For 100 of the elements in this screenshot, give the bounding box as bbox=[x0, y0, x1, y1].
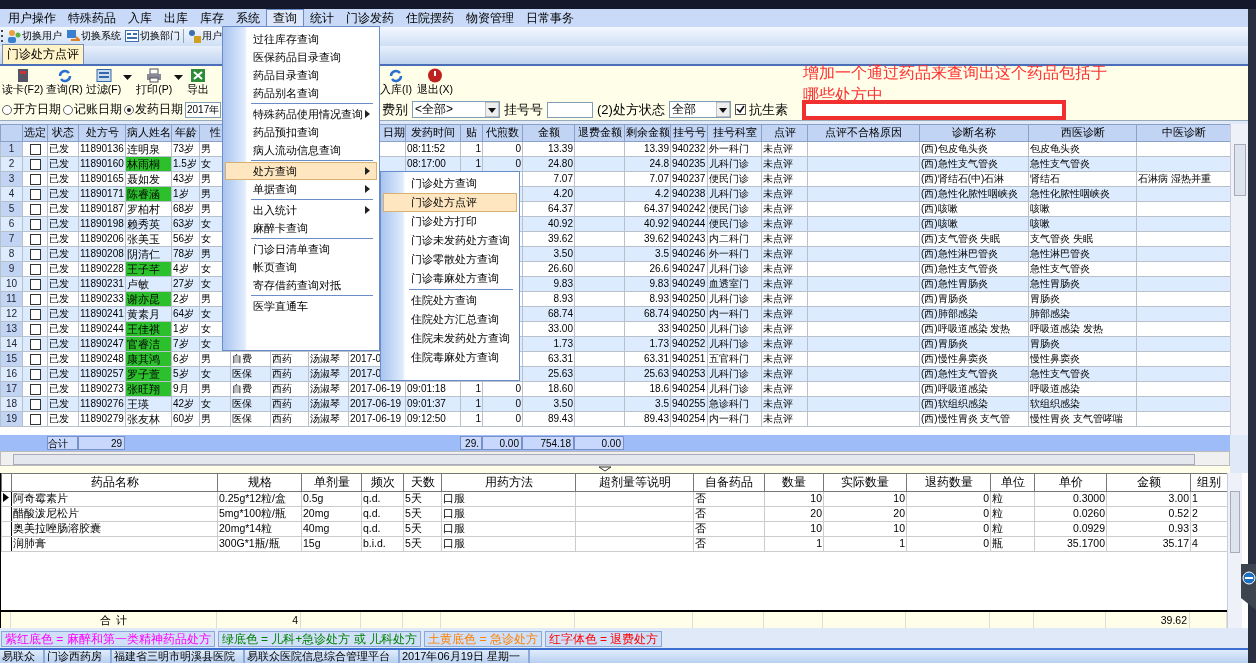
table-cell: 未点评 bbox=[763, 248, 793, 260]
row-checkbox[interactable] bbox=[29, 144, 41, 156]
table-cell: 女 bbox=[201, 278, 211, 290]
menu-item[interactable]: 出入统计 bbox=[225, 201, 377, 219]
menu-bar-item[interactable]: 出库 bbox=[158, 8, 194, 27]
table-cell: q.d. bbox=[363, 492, 381, 505]
row-checkbox[interactable] bbox=[29, 399, 41, 411]
menu-item[interactable]: 寄存借药查询对抵 bbox=[225, 276, 377, 294]
menu-item[interactable]: 特殊药品使用情况查询 bbox=[225, 105, 377, 123]
table-cell: 5天 bbox=[405, 537, 422, 550]
column-header[interactable]: 药品名称 bbox=[90, 474, 139, 489]
menu-item[interactable]: 帐页查询 bbox=[225, 258, 377, 276]
menu-item[interactable]: 住院毒麻处方查询 bbox=[383, 348, 517, 367]
row-checkbox[interactable] bbox=[29, 279, 41, 291]
menu-item[interactable]: 住院处方汇总查询 bbox=[383, 310, 517, 329]
row-checkbox[interactable] bbox=[29, 294, 41, 306]
row-checkbox[interactable] bbox=[29, 384, 41, 396]
date-field[interactable]: 2017年 bbox=[185, 101, 221, 118]
vertical-scrollbar[interactable] bbox=[1227, 472, 1242, 629]
table-cell: (西)胃肠炎 bbox=[921, 338, 968, 350]
row-checkbox[interactable] bbox=[29, 414, 41, 426]
table-cell: 呼吸道感染 bbox=[1030, 383, 1080, 395]
radio-option[interactable]: 开方日期 bbox=[2, 101, 61, 119]
row-checkbox[interactable] bbox=[29, 219, 41, 231]
patient-name-cell-text: 赖秀英 bbox=[126, 217, 161, 231]
toolbar-button[interactable]: 导出 bbox=[186, 68, 211, 98]
antibiotic-checkbox[interactable]: 抗生素 bbox=[734, 100, 788, 119]
menu-item[interactable]: 药品别名查询 bbox=[225, 84, 377, 102]
fee-select[interactable]: <全部> bbox=[412, 101, 500, 119]
toolbar-button[interactable]: 入库(I) bbox=[379, 68, 413, 98]
input-field[interactable] bbox=[547, 101, 593, 118]
menu-item[interactable]: 门诊处方打印 bbox=[383, 212, 517, 231]
row-checkbox[interactable] bbox=[29, 234, 41, 246]
menu-item[interactable]: 医保药品目录查询 bbox=[225, 48, 377, 66]
row-number: 18 bbox=[5, 398, 18, 410]
row-checkbox[interactable] bbox=[29, 189, 41, 201]
toolbar-button[interactable]: 过滤(F) bbox=[84, 68, 123, 98]
menu-item[interactable]: 单据查询 bbox=[225, 180, 377, 198]
row-checkbox[interactable] bbox=[29, 174, 41, 186]
row-checkbox[interactable] bbox=[29, 339, 41, 351]
menu-item[interactable]: 门诊未发药处方查询 bbox=[383, 231, 517, 250]
menu-bar-item[interactable]: 库存 bbox=[194, 8, 230, 27]
table-cell: (西)呼吸道感染 bbox=[921, 383, 988, 395]
menu-bar-item[interactable]: 统计 bbox=[304, 8, 340, 27]
menu-bar-item[interactable]: 入库 bbox=[122, 8, 158, 27]
menu-item[interactable]: 麻醉卡查询 bbox=[225, 219, 377, 237]
toolbar-button[interactable]: 查询(R) bbox=[45, 68, 84, 98]
menu-item[interactable]: 门诊零散处方查询 bbox=[383, 250, 517, 269]
legend-item: 土黄底色 = 急诊处方 bbox=[424, 631, 542, 648]
menu-item[interactable]: 医学直通车 bbox=[225, 297, 377, 315]
menu-item[interactable]: 门诊处方点评 bbox=[383, 193, 517, 212]
toolbar-button[interactable]: 打印(P) bbox=[135, 68, 174, 98]
row-number: 1 bbox=[8, 143, 15, 155]
table-cell: 汤淑琴 bbox=[310, 413, 340, 425]
toolbar-button[interactable]: 退出(X) bbox=[415, 68, 454, 98]
menu-bar-item[interactable]: 住院摆药 bbox=[400, 8, 460, 27]
radio-option[interactable]: 发药日期 bbox=[124, 101, 183, 119]
toolbar-button[interactable]: 切换部门 bbox=[124, 29, 181, 44]
patient-name-cell: 王子芊 bbox=[126, 262, 171, 276]
menu-item[interactable]: 门诊毒麻处方查询 bbox=[383, 269, 517, 288]
table-cell: (西)咳嗽 bbox=[921, 218, 958, 230]
menu-bar-item[interactable]: 特殊药品 bbox=[62, 8, 122, 27]
menu-item[interactable]: 处方查询 bbox=[225, 162, 377, 180]
status-select[interactable]: 全部 bbox=[668, 101, 731, 119]
table-cell: 33.00 bbox=[547, 323, 573, 335]
table-cell: 5mg*100粒/瓶 bbox=[219, 507, 286, 520]
menu-item[interactable]: 过往库存查询 bbox=[225, 30, 377, 48]
toolbar-button[interactable]: 用户 bbox=[186, 29, 223, 44]
menu-bar-item[interactable]: 用户操作 bbox=[2, 8, 62, 27]
table-cell: 300G*1瓶/瓶 bbox=[219, 537, 280, 550]
radio-option[interactable]: 记账日期 bbox=[63, 101, 122, 119]
tab[interactable]: 门诊处方点评 bbox=[2, 43, 84, 64]
toolbar-button[interactable]: 切换系统 bbox=[65, 29, 122, 44]
row-checkbox[interactable] bbox=[29, 309, 41, 321]
menu-bar-item[interactable]: 日常事务 bbox=[520, 8, 580, 27]
menu-item[interactable]: 药品目录查询 bbox=[225, 66, 377, 84]
menu-item[interactable]: 住院处方查询 bbox=[383, 291, 517, 310]
row-checkbox[interactable] bbox=[29, 324, 41, 336]
menu-item[interactable]: 门诊日清单查询 bbox=[225, 240, 377, 258]
table-cell: 已发 bbox=[49, 353, 69, 365]
row-checkbox[interactable] bbox=[29, 204, 41, 216]
menu-item[interactable]: 住院未发药处方查询 bbox=[383, 329, 517, 348]
menu-bar-item[interactable]: 物资管理 bbox=[460, 8, 520, 27]
row-checkbox[interactable] bbox=[29, 249, 41, 261]
menu-item[interactable]: 病人流动信息查询 bbox=[225, 141, 377, 159]
menu-item[interactable]: 门诊处方查询 bbox=[383, 174, 517, 193]
menu-bar-item[interactable]: 门诊发药 bbox=[340, 8, 400, 27]
row-checkbox[interactable] bbox=[29, 369, 41, 381]
table-cell: 胃肠炎 bbox=[1030, 293, 1060, 305]
row-checkbox[interactable] bbox=[29, 354, 41, 366]
toolbar-button[interactable]: 读卡(F2) bbox=[1, 68, 45, 98]
table-cell: 男 bbox=[201, 143, 211, 155]
menu-item[interactable]: 药品预扣查询 bbox=[225, 123, 377, 141]
row-checkbox[interactable] bbox=[29, 159, 41, 171]
menu-bar-item[interactable]: 系统 bbox=[230, 8, 266, 27]
patient-name-cell: 王佳祺 bbox=[126, 322, 171, 336]
side-tab-icon[interactable] bbox=[1241, 564, 1256, 610]
table-cell: 4岁 bbox=[173, 263, 189, 275]
row-checkbox[interactable] bbox=[29, 264, 41, 276]
toolbar-button[interactable]: 切换用户 bbox=[6, 29, 63, 44]
